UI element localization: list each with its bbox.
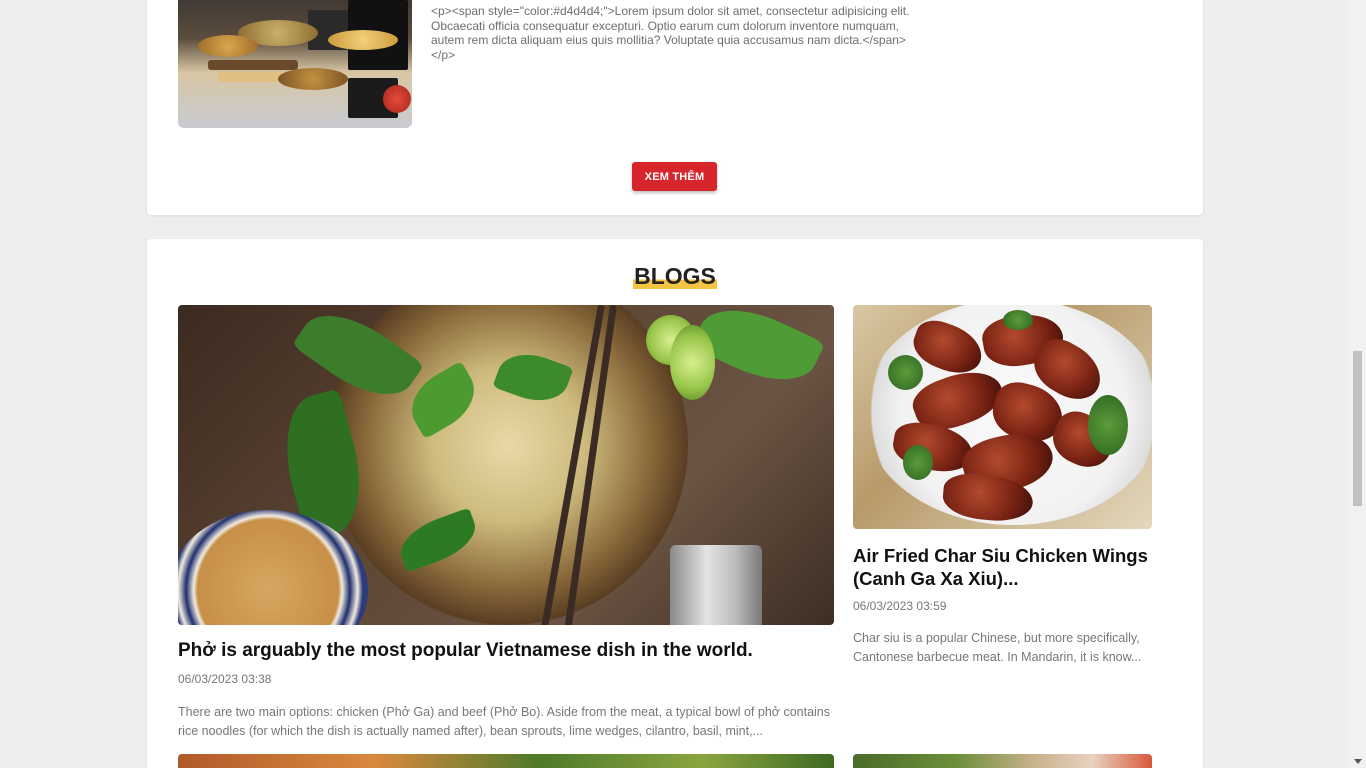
side-post-excerpt: Char siu is a popular Chinese, but more … [853,631,1142,664]
side-post-date: 06/03/2023 03:59 [853,599,947,613]
see-more-button[interactable]: XEM THÊM [632,162,717,191]
page-scrollbar[interactable] [1349,0,1366,768]
side-post-title[interactable]: Air Fried Char Siu Chicken Wings (Canh G… [853,545,1152,590]
buffet-image[interactable] [178,0,412,128]
pho-image[interactable] [178,305,834,625]
chicken-wings-image[interactable] [853,305,1152,529]
chevron-down-icon[interactable] [1354,759,1362,764]
scrollbar-thumb[interactable] [1353,351,1362,506]
page: <p><span style="color:#d4d4d4;">Lorem ip… [0,0,1366,768]
section-title: BLOGS [147,263,1203,291]
intro-card: <p><span style="color:#d4d4d4;">Lorem ip… [147,0,1203,215]
intro-text: <p><span style="color:#d4d4d4;">Lorem ip… [431,4,910,62]
featured-post-date: 06/03/2023 03:38 [178,672,272,686]
next-post-image[interactable] [178,754,834,768]
blogs-heading: BLOGS [633,263,717,289]
blogs-section: BLOGS Phở is arguably the most popular V… [147,239,1203,768]
next-side-post-image[interactable] [853,754,1152,768]
featured-post-excerpt: There are two main options: chicken (Phở… [178,705,830,738]
featured-post-title[interactable]: Phở is arguably the most popular Vietnam… [178,639,834,663]
